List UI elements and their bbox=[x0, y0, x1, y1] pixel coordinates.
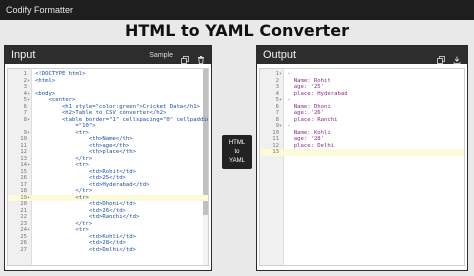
download-icon[interactable] bbox=[453, 51, 461, 64]
output-panel-header: Output bbox=[257, 46, 467, 64]
app-navbar: Codify Formatter bbox=[0, 0, 474, 20]
sample-button[interactable]: Sample bbox=[149, 52, 173, 59]
output-code-editor[interactable]: 1 ▾ -2 Name: Rohit 3 age: '25' 4 place: Hyde… bbox=[259, 68, 465, 266]
output-line-number: 13 bbox=[272, 149, 279, 155]
convert-button-line3: YAML bbox=[229, 158, 245, 164]
app-title[interactable]: Codify Formatter bbox=[6, 5, 73, 15]
output-panel-title: Output bbox=[263, 49, 297, 61]
convert-button-line2: to bbox=[234, 149, 240, 155]
output-panel: Output 1 ▾ -2 Name: Rohit 3 age: '25' 4 plac… bbox=[256, 45, 468, 271]
input-code-editor[interactable]: 1 <!DOCTYPE html> 2 ▾ <html> 3 4 ▾ <body> 5 ▾ <cen… bbox=[7, 68, 209, 266]
trash-icon[interactable] bbox=[197, 51, 205, 64]
input-panel-header: Input Sample bbox=[5, 46, 211, 64]
input-line: 27 <td>Delhi</td> bbox=[8, 247, 208, 254]
page-title: HTML to YAML Converter bbox=[124, 21, 349, 40]
input-line-number: 27 bbox=[20, 246, 27, 253]
convert-button[interactable]: HTML to YAML bbox=[222, 135, 252, 169]
input-panel: Input Sample 1 <!DOCTYPE html> 2 ▾ <html> 3 4 ▾… bbox=[4, 45, 212, 271]
input-panel-title: Input bbox=[11, 49, 36, 61]
convert-button-line1: HTML bbox=[228, 140, 246, 146]
output-line: 13 bbox=[260, 149, 464, 156]
copy-icon[interactable] bbox=[181, 51, 189, 64]
input-line-text: <td>Delhi</td> bbox=[35, 246, 137, 253]
copy-icon[interactable] bbox=[437, 51, 445, 64]
